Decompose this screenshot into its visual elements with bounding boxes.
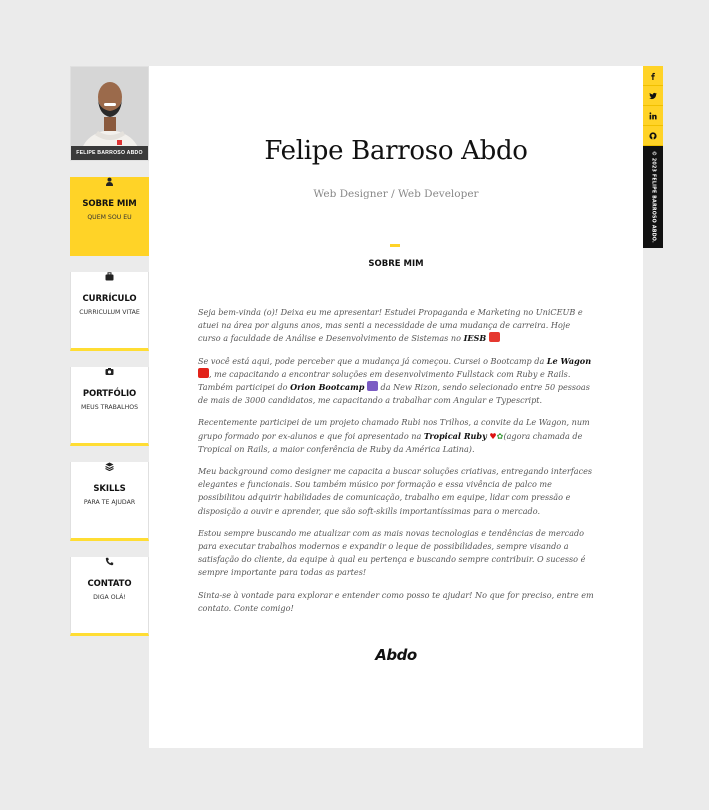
nav-skills[interactable]: SKILLS PARA TE AJUDAR bbox=[70, 462, 149, 541]
facebook-button[interactable] bbox=[643, 66, 663, 86]
le-wagon-logo-icon bbox=[198, 367, 209, 378]
nav-curriculo[interactable]: CURRÍCULO CURRICULUM VITAE bbox=[70, 272, 149, 351]
copyright-banner: © 2023 FELIPE BARROSO ABDO. bbox=[643, 146, 663, 248]
nav-title: CURRÍCULO bbox=[82, 294, 137, 304]
nav-portfolio[interactable]: PORTFÓLIO MEUS TRABALHOS bbox=[70, 367, 149, 446]
about-text: Seja bem-vinda (o)! Deixa eu me apresent… bbox=[198, 306, 595, 624]
linkedin-button[interactable] bbox=[643, 106, 663, 126]
page-subtitle: Web Designer / Web Developer bbox=[313, 188, 479, 200]
nav-title: SKILLS bbox=[93, 484, 126, 494]
nav-title: CONTATO bbox=[87, 579, 132, 589]
iesb-logo-icon bbox=[488, 332, 500, 343]
iesb-link[interactable]: IESB bbox=[464, 333, 487, 343]
facebook-icon bbox=[651, 72, 655, 80]
nav-subtitle: MEUS TRABALHOS bbox=[80, 404, 139, 411]
copyright-text: © 2023 FELIPE BARROSO ABDO. bbox=[650, 151, 656, 243]
nav-sobre-mim[interactable]: SOBRE MIM QUEM SOU EU bbox=[70, 177, 157, 256]
nav-subtitle: QUEM SOU EU bbox=[87, 214, 132, 221]
section-accent-bar bbox=[390, 244, 400, 247]
camera-icon bbox=[71, 367, 148, 379]
briefcase-icon bbox=[71, 272, 148, 284]
profile-name: FELIPE BARROSO ABDO bbox=[71, 146, 148, 160]
paragraph: Sinta-se à vontade para explorar e enten… bbox=[198, 589, 594, 613]
profile-card: FELIPE BARROSO ABDO bbox=[70, 66, 149, 161]
phone-icon bbox=[71, 557, 148, 569]
orion-logo-icon bbox=[366, 381, 378, 392]
nav-title: PORTFÓLIO bbox=[82, 389, 137, 399]
paragraph: Recentemente participei de um projeto ch… bbox=[198, 417, 590, 454]
main-content: Felipe Barroso Abdo Web Designer / Web D… bbox=[149, 66, 643, 748]
social-bar: © 2023 FELIPE BARROSO ABDO. bbox=[643, 66, 663, 248]
github-icon bbox=[649, 131, 657, 140]
layers-icon bbox=[71, 462, 148, 474]
tropical-ruby-link[interactable]: Tropical Ruby bbox=[424, 431, 487, 441]
nav-title: SOBRE MIM bbox=[82, 199, 137, 209]
nav-contato[interactable]: CONTATO DIGA OLÁ! bbox=[70, 557, 149, 636]
paragraph: Seja bem-vinda (o)! Deixa eu me apresent… bbox=[198, 307, 583, 344]
twitter-button[interactable] bbox=[643, 86, 663, 106]
section-title: SOBRE MIM bbox=[368, 259, 424, 269]
le-wagon-link[interactable]: Le Wagon bbox=[547, 356, 591, 366]
nav-subtitle: CURRICULUM VITAE bbox=[79, 309, 140, 316]
linkedin-icon bbox=[649, 111, 657, 119]
page-title: Felipe Barroso Abdo bbox=[264, 136, 528, 166]
github-button[interactable] bbox=[643, 126, 663, 146]
sidebar: FELIPE BARROSO ABDO SOBRE MIM QUEM SOU E… bbox=[70, 66, 157, 636]
orion-bootcamp-link[interactable]: Orion Bootcamp bbox=[290, 382, 364, 392]
paragraph: Estou sempre buscando me atualizar com a… bbox=[198, 527, 586, 578]
twitter-icon bbox=[649, 92, 657, 99]
nav-subtitle: PARA TE AJUDAR bbox=[83, 499, 136, 506]
paragraph: Meu background como designer me capacita… bbox=[198, 466, 593, 516]
paragraph: Se você está aqui, pode perceber que a m… bbox=[198, 355, 592, 406]
nav-subtitle: DIGA OLÁ! bbox=[93, 594, 126, 601]
signature: Abdo bbox=[375, 646, 417, 664]
user-icon bbox=[71, 177, 148, 189]
heart-icon: ♥ bbox=[489, 430, 497, 441]
